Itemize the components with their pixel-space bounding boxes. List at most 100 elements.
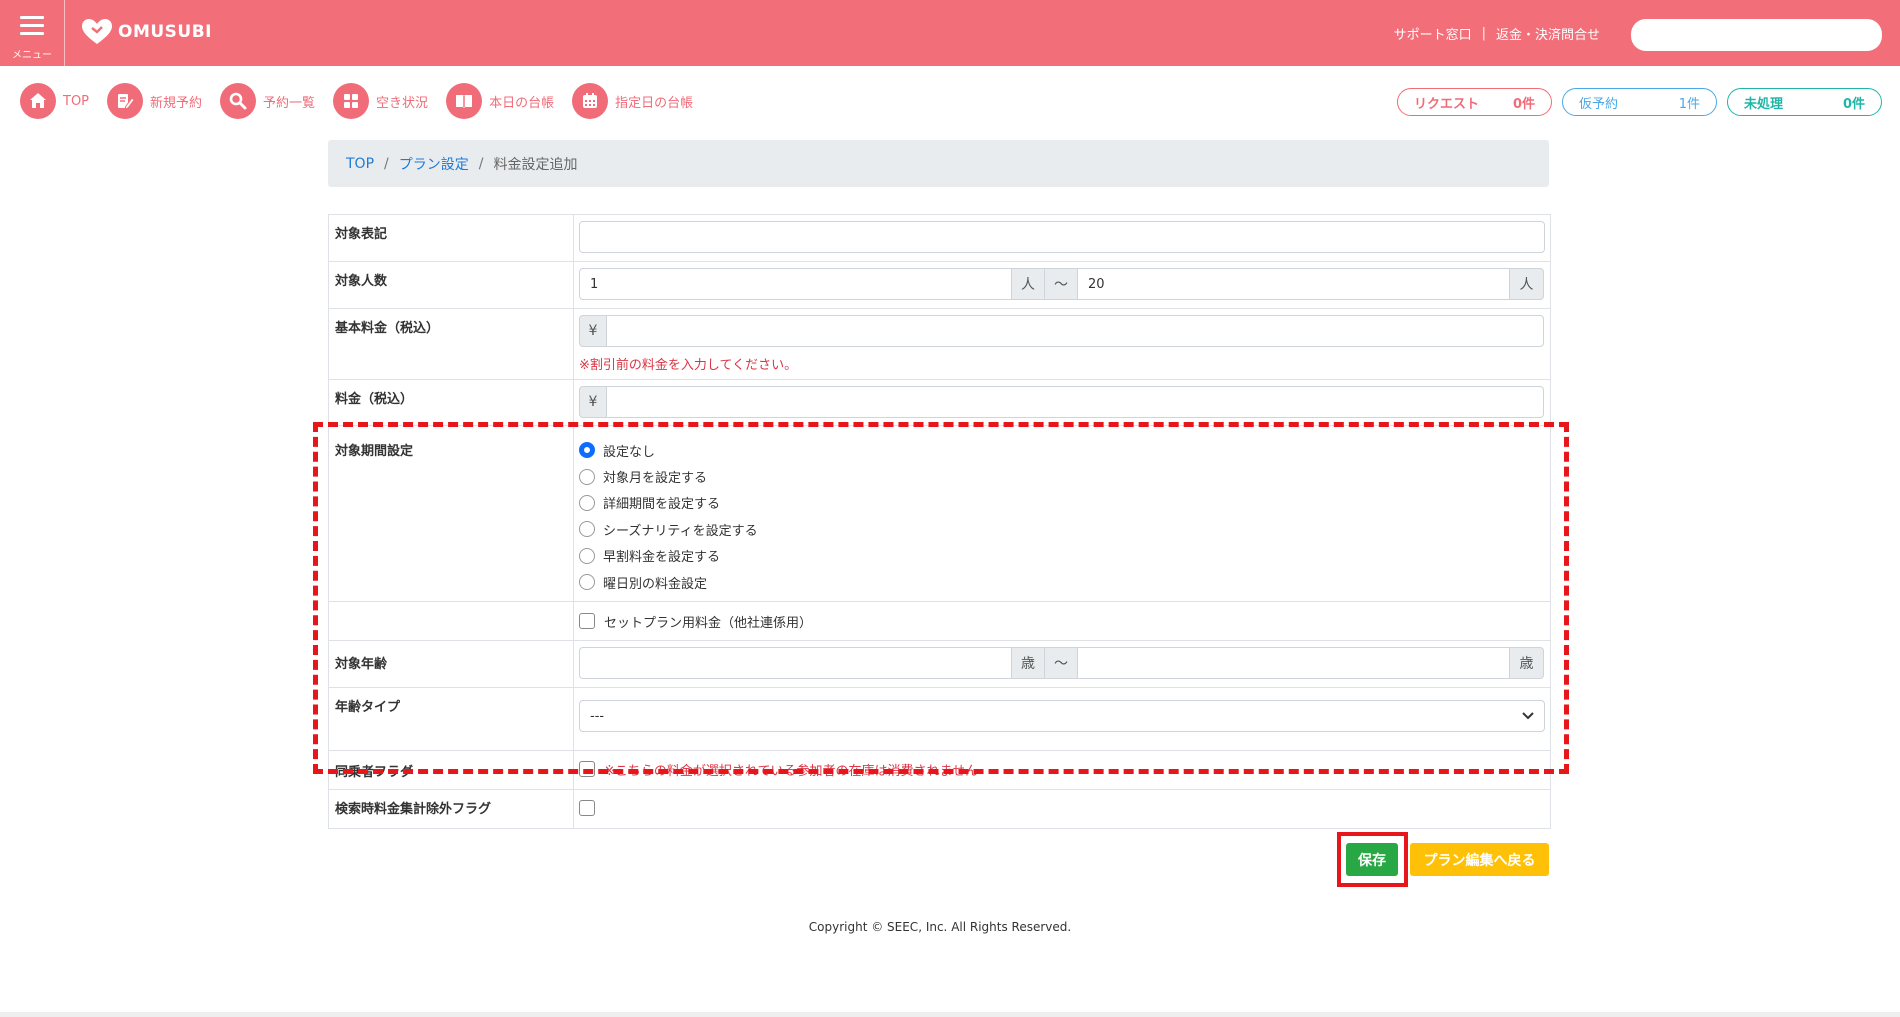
row-search-exclude: 検索時料金集計除外フラグ [329, 790, 1550, 829]
target-input[interactable] [579, 221, 1545, 253]
save-button[interactable]: 保存 [1346, 843, 1398, 876]
people-max-input[interactable] [1078, 268, 1510, 300]
companion-checkbox[interactable] [579, 761, 595, 777]
price-group: ¥ [579, 386, 1545, 418]
breadcrumb-separator: / [384, 155, 389, 172]
pending-pill[interactable]: 未処理 0件 [1727, 88, 1882, 116]
breadcrumb-current: 料金設定追加 [493, 156, 578, 173]
price-cell: ¥ [574, 380, 1550, 425]
header-divider: | [1481, 26, 1486, 41]
companion-row: ※こちらの料金が選択されている参加者の在庫は消費されません [579, 757, 1545, 781]
nav-reservation-list[interactable]: 予約一覧 [220, 83, 315, 119]
row-set-plan: セットプラン用料金（他社連係用） [329, 602, 1550, 641]
age-unit-addon: 歳 [1012, 647, 1045, 679]
radio-selected-icon [579, 442, 595, 459]
nav-items: TOP 新規予約 予約一覧 空き状況 本日の台帳 指定日の台帳 [20, 83, 693, 119]
row-age-type: 年齢タイプ --- [329, 688, 1550, 751]
option-label: 曜日別の料金設定 [603, 576, 708, 592]
pending-count: 0件 [1842, 96, 1865, 112]
chevron-down-icon [1522, 712, 1534, 720]
radio-icon [579, 574, 595, 591]
request-count: 0件 [1512, 96, 1535, 112]
option-label: 設定なし [603, 444, 656, 460]
companion-note: ※こちらの料金が選択されている参加者の在庫は消費されません [604, 763, 979, 779]
target-cell [574, 215, 1550, 261]
row-period: 対象期間設定 設定なし 対象月を設定する 詳細期間を設定する シーズナリティを設… [329, 426, 1550, 602]
nav-availability[interactable]: 空き状況 [333, 83, 428, 119]
age-type-label: 年齢タイプ [329, 688, 574, 750]
age-type-value: --- [590, 708, 605, 724]
period-option-month[interactable]: 対象月を設定する [579, 463, 1545, 489]
menu-button[interactable]: メニュー [0, 0, 65, 66]
header-search-input[interactable] [1631, 19, 1882, 51]
base-price-cell: ¥ ※割引前の料金を入力してください。 [574, 309, 1550, 379]
period-option-detail[interactable]: 詳細期間を設定する [579, 490, 1545, 516]
option-label: 対象月を設定する [603, 471, 708, 487]
nav-top[interactable]: TOP [20, 83, 89, 119]
search-exclude-checkbox[interactable] [579, 800, 595, 816]
nav-label: 空き状況 [376, 95, 429, 111]
base-price-group: ¥ [579, 315, 1545, 347]
nav-today-ledger[interactable]: 本日の台帳 [446, 83, 554, 119]
nav-bar: TOP 新規予約 予約一覧 空き状況 本日の台帳 指定日の台帳 リクエスト 0件… [0, 66, 1900, 130]
period-option-early[interactable]: 早割料金を設定する [579, 543, 1545, 569]
price-settings-form: 対象表記 対象人数 人 〜 人 基本料金（税込） ¥ ※割引前の料金を入力してく… [328, 214, 1551, 829]
menu-label: メニュー [12, 50, 52, 61]
search-exclude-label: 検索時料金集計除外フラグ [329, 790, 574, 828]
logo[interactable]: OMUSUBI [80, 18, 212, 46]
edit-icon [107, 83, 144, 119]
nav-date-ledger[interactable]: 指定日の台帳 [572, 83, 693, 119]
base-price-input[interactable] [607, 315, 1544, 347]
request-label: リクエスト [1414, 96, 1480, 112]
tentative-pill[interactable]: 仮予約 1件 [1562, 88, 1717, 116]
row-age: 対象年齢 歳 〜 歳 [329, 641, 1550, 688]
price-input[interactable] [607, 386, 1544, 418]
header-links: サポート窓口 | 返金・決済問合せ [1394, 24, 1600, 43]
bottom-divider [0, 1012, 1900, 1017]
radio-icon [579, 468, 595, 485]
people-unit-addon: 人 [1510, 268, 1544, 300]
radio-icon [579, 547, 595, 564]
request-pill[interactable]: リクエスト 0件 [1397, 88, 1552, 116]
option-label: 早割料金を設定する [603, 550, 721, 566]
radio-icon [579, 521, 595, 538]
period-option-none[interactable]: 設定なし [579, 437, 1545, 463]
row-target: 対象表記 [329, 215, 1550, 262]
nav-label: 本日の台帳 [489, 95, 555, 111]
age-type-select[interactable]: --- [579, 700, 1545, 732]
breadcrumb-top-link[interactable]: TOP [346, 156, 374, 172]
age-min-input[interactable] [579, 647, 1012, 679]
support-link[interactable]: サポート窓口 [1394, 24, 1472, 43]
status-pills: リクエスト 0件 仮予約 1件 未処理 0件 [1397, 88, 1882, 116]
row-base-price: 基本料金（税込） ¥ ※割引前の料金を入力してください。 [329, 309, 1550, 380]
price-label: 料金（税込） [329, 380, 574, 425]
search-exclude-cell [574, 790, 1550, 828]
age-max-input[interactable] [1078, 647, 1510, 679]
breadcrumb-separator: / [478, 155, 484, 172]
row-people: 対象人数 人 〜 人 [329, 262, 1550, 309]
refund-link[interactable]: 返金・決済問合せ [1496, 24, 1600, 43]
people-label: 対象人数 [329, 262, 574, 308]
period-option-seasonality[interactable]: シーズナリティを設定する [579, 516, 1545, 542]
tentative-count: 1件 [1678, 96, 1700, 112]
age-label: 対象年齢 [329, 641, 574, 687]
set-plan-label: セットプラン用料金（他社連係用） [604, 615, 813, 631]
breadcrumb-plan-settings-link[interactable]: プラン設定 [399, 154, 469, 174]
people-cell: 人 〜 人 [574, 262, 1550, 308]
grid-icon [333, 83, 370, 119]
age-range-group: 歳 〜 歳 [579, 647, 1545, 679]
tentative-label: 仮予約 [1579, 96, 1619, 112]
range-separator: 〜 [1045, 268, 1078, 300]
age-cell: 歳 〜 歳 [574, 641, 1550, 687]
people-min-input[interactable] [579, 268, 1012, 300]
nav-label: 指定日の台帳 [615, 95, 694, 111]
nav-new-reservation[interactable]: 新規予約 [107, 83, 202, 119]
copyright: Copyright © SEEC, Inc. All Rights Reserv… [808, 920, 1072, 934]
target-label: 対象表記 [329, 215, 574, 261]
base-price-label: 基本料金（税込） [329, 309, 574, 379]
back-to-plan-edit-button[interactable]: プラン編集へ戻る [1410, 843, 1549, 876]
period-option-weekday[interactable]: 曜日別の料金設定 [579, 569, 1545, 595]
set-plan-checkbox[interactable]: セットプラン用料金（他社連係用） [579, 609, 1545, 633]
period-label: 対象期間設定 [329, 426, 574, 601]
range-separator: 〜 [1045, 647, 1078, 679]
